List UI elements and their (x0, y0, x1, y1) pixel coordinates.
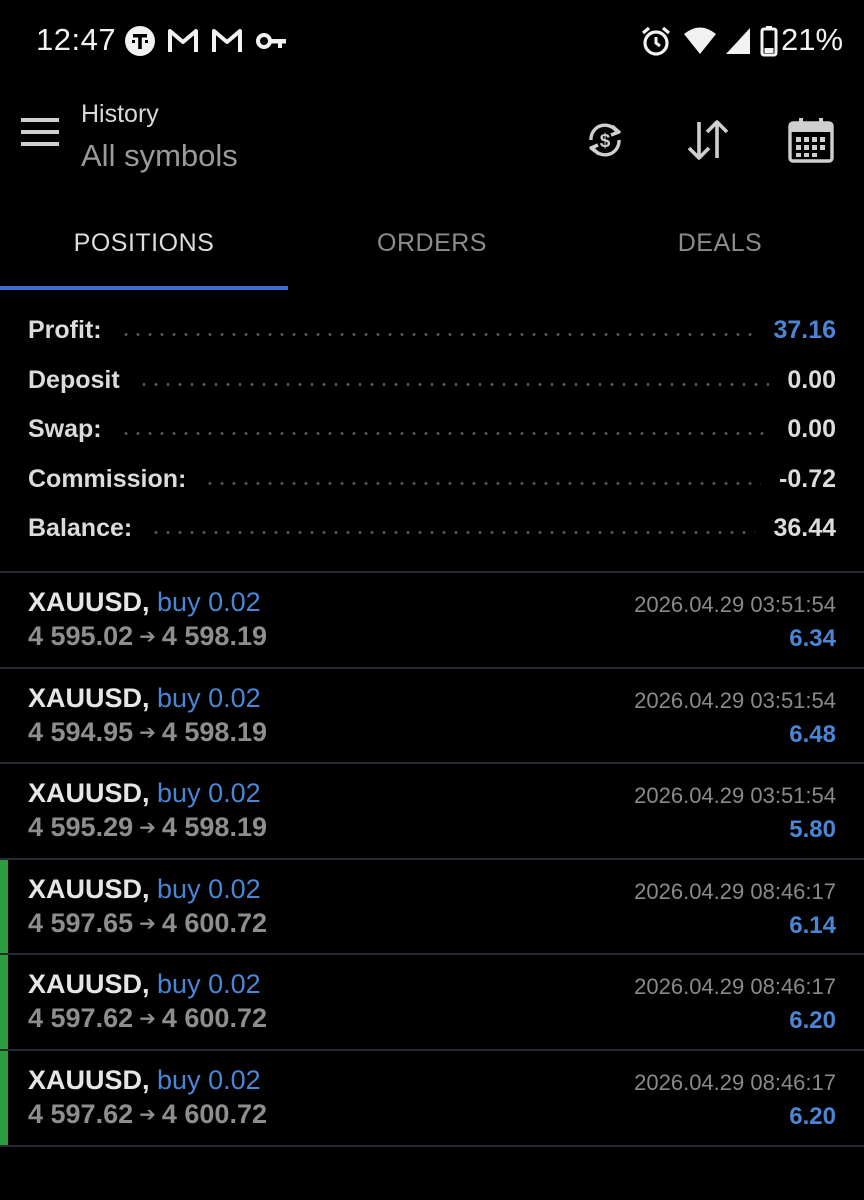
position-time: 2026.04.29 03:51:54 (634, 687, 836, 713)
position-row[interactable]: XAUUSD, buy 0.02 4 597.62 ➔ 4 600.72 2026.… (0, 1050, 864, 1147)
summary-value-commission: -0.72 (779, 464, 836, 493)
position-time: 2026.04.29 03:51:54 (634, 592, 836, 617)
summary-row-profit: Profit: 37.16 (0, 306, 864, 356)
position-symbol: XAUUSD, (28, 682, 150, 713)
summary-value-deposit: 0.00 (787, 365, 836, 394)
arrow-right-icon: ➔ (139, 721, 156, 744)
position-row[interactable]: XAUUSD, buy 0.02 4 597.62 ➔ 4 600.72 2026.… (0, 955, 864, 1051)
position-profit: 6.20 (789, 1007, 836, 1035)
close-price: 4 600.72 (161, 1098, 267, 1129)
position-profit: 6.48 (789, 720, 836, 748)
tab-bar: POSITIONS ORDERS DEALS (0, 198, 864, 290)
position-profit: 6.34 (789, 625, 836, 652)
summary-row-balance: Balance: 36.44 (0, 504, 864, 554)
menu-button[interactable] (12, 104, 68, 160)
gmail-icon (167, 25, 199, 62)
arrow-right-icon: ➔ (139, 626, 156, 648)
alarm-icon (640, 25, 672, 62)
summary-value-swap: 0.00 (787, 415, 836, 444)
sort-icon (687, 120, 729, 160)
summary-label: Swap: (28, 415, 102, 444)
status-time: 12:47 (36, 22, 117, 57)
dotted-leader (119, 432, 770, 436)
position-time: 2026.04.29 08:46:17 (634, 878, 836, 904)
close-price: 4 600.72 (161, 1003, 267, 1034)
open-price: 4 597.62 (28, 1098, 134, 1129)
close-price: 4 600.72 (161, 907, 267, 938)
tab-orders[interactable]: ORDERS (288, 198, 576, 288)
currency-exchange-icon: $ (589, 123, 621, 157)
close-price: 4 598.19 (161, 812, 267, 843)
position-side: buy 0.02 (157, 778, 261, 809)
summary-panel: Profit: 37.16 Deposit 0.00 Swap: 0.00 Co… (0, 306, 864, 554)
dotted-leader (204, 481, 762, 485)
position-symbol: XAUUSD, (28, 778, 150, 809)
open-price: 4 594.95 (28, 716, 134, 747)
summary-label: Profit: (28, 316, 102, 345)
position-side: buy 0.02 (157, 682, 261, 713)
position-row[interactable]: XAUUSD, buy 0.02 4 597.65 ➔ 4 600.72 2026.… (0, 859, 864, 956)
close-price: 4 598.19 (161, 621, 267, 651)
gmail-icon (211, 25, 243, 62)
dotted-leader (119, 333, 756, 337)
calendar-button[interactable] (781, 110, 841, 170)
open-price: 4 597.65 (28, 907, 134, 938)
tab-positions[interactable]: POSITIONS (0, 198, 288, 288)
summary-label: Deposit (28, 365, 120, 394)
arrow-right-icon: ➔ (139, 1103, 156, 1126)
dotted-leader (150, 531, 756, 535)
tab-deals[interactable]: DEALS (576, 198, 864, 288)
position-side: buy 0.02 (157, 587, 261, 617)
position-row[interactable]: XAUUSD, buy 0.02 4 595.29 ➔ 4 598.19 2026.… (0, 764, 864, 860)
summary-label: Commission: (28, 464, 187, 493)
sort-button[interactable] (678, 110, 738, 170)
battery-icon (760, 25, 778, 62)
status-bar: 12:47 21% (0, 0, 864, 82)
position-symbol: XAUUSD, (28, 1064, 150, 1095)
wifi-icon (683, 25, 717, 62)
page-title: History (81, 100, 159, 128)
position-profit: 6.20 (789, 1102, 836, 1130)
dotted-leader (137, 382, 770, 386)
open-price: 4 595.02 (28, 621, 134, 651)
positions-list: XAUUSD, buy 0.02 4 595.02 ➔ 4 598.19 2026.… (0, 573, 864, 1147)
position-symbol: XAUUSD, (28, 969, 150, 1000)
calendar-icon (788, 118, 834, 163)
position-row[interactable]: XAUUSD, buy 0.02 4 595.02 ➔ 4 598.19 2026.… (0, 573, 864, 669)
position-time: 2026.04.29 03:51:54 (634, 783, 836, 809)
arrow-right-icon: ➔ (139, 1008, 156, 1031)
open-price: 4 595.29 (28, 812, 134, 843)
vpn-key-icon (256, 25, 288, 62)
toolbar: History All symbols $ (0, 82, 864, 198)
svg-text:$: $ (600, 131, 611, 152)
open-price: 4 597.62 (28, 1003, 134, 1034)
position-row[interactable]: XAUUSD, buy 0.02 4 594.95 ➔ 4 598.19 2026.… (0, 669, 864, 765)
position-side: buy 0.02 (157, 1064, 261, 1095)
summary-value-balance: 36.44 (773, 514, 836, 543)
position-side: buy 0.02 (157, 873, 261, 904)
summary-row-swap: Swap: 0.00 (0, 405, 864, 455)
summary-row-deposit: Deposit 0.00 (0, 356, 864, 406)
summary-value-profit: 37.16 (773, 316, 836, 345)
arrow-right-icon: ➔ (139, 912, 156, 935)
position-profit: 6.14 (789, 911, 836, 939)
arrow-right-icon: ➔ (139, 817, 156, 840)
position-time: 2026.04.29 08:46:17 (634, 1069, 836, 1095)
position-profit: 5.80 (789, 816, 836, 844)
signal-icon (724, 25, 752, 62)
t-mobile-icon (124, 25, 156, 62)
position-side: buy 0.02 (157, 969, 261, 1000)
currency-exchange-button[interactable]: $ (575, 110, 635, 170)
tab-indicator (0, 286, 288, 290)
position-symbol: XAUUSD, (28, 873, 150, 904)
hamburger-icon (21, 118, 59, 146)
summary-row-commission: Commission: -0.72 (0, 455, 864, 505)
battery-percent: 21% (781, 22, 844, 57)
position-time: 2026.04.29 08:46:17 (634, 974, 836, 1000)
summary-label: Balance: (28, 514, 133, 543)
symbol-filter[interactable]: All symbols (81, 138, 238, 174)
position-symbol: XAUUSD, (28, 587, 150, 617)
close-price: 4 598.19 (161, 716, 267, 747)
